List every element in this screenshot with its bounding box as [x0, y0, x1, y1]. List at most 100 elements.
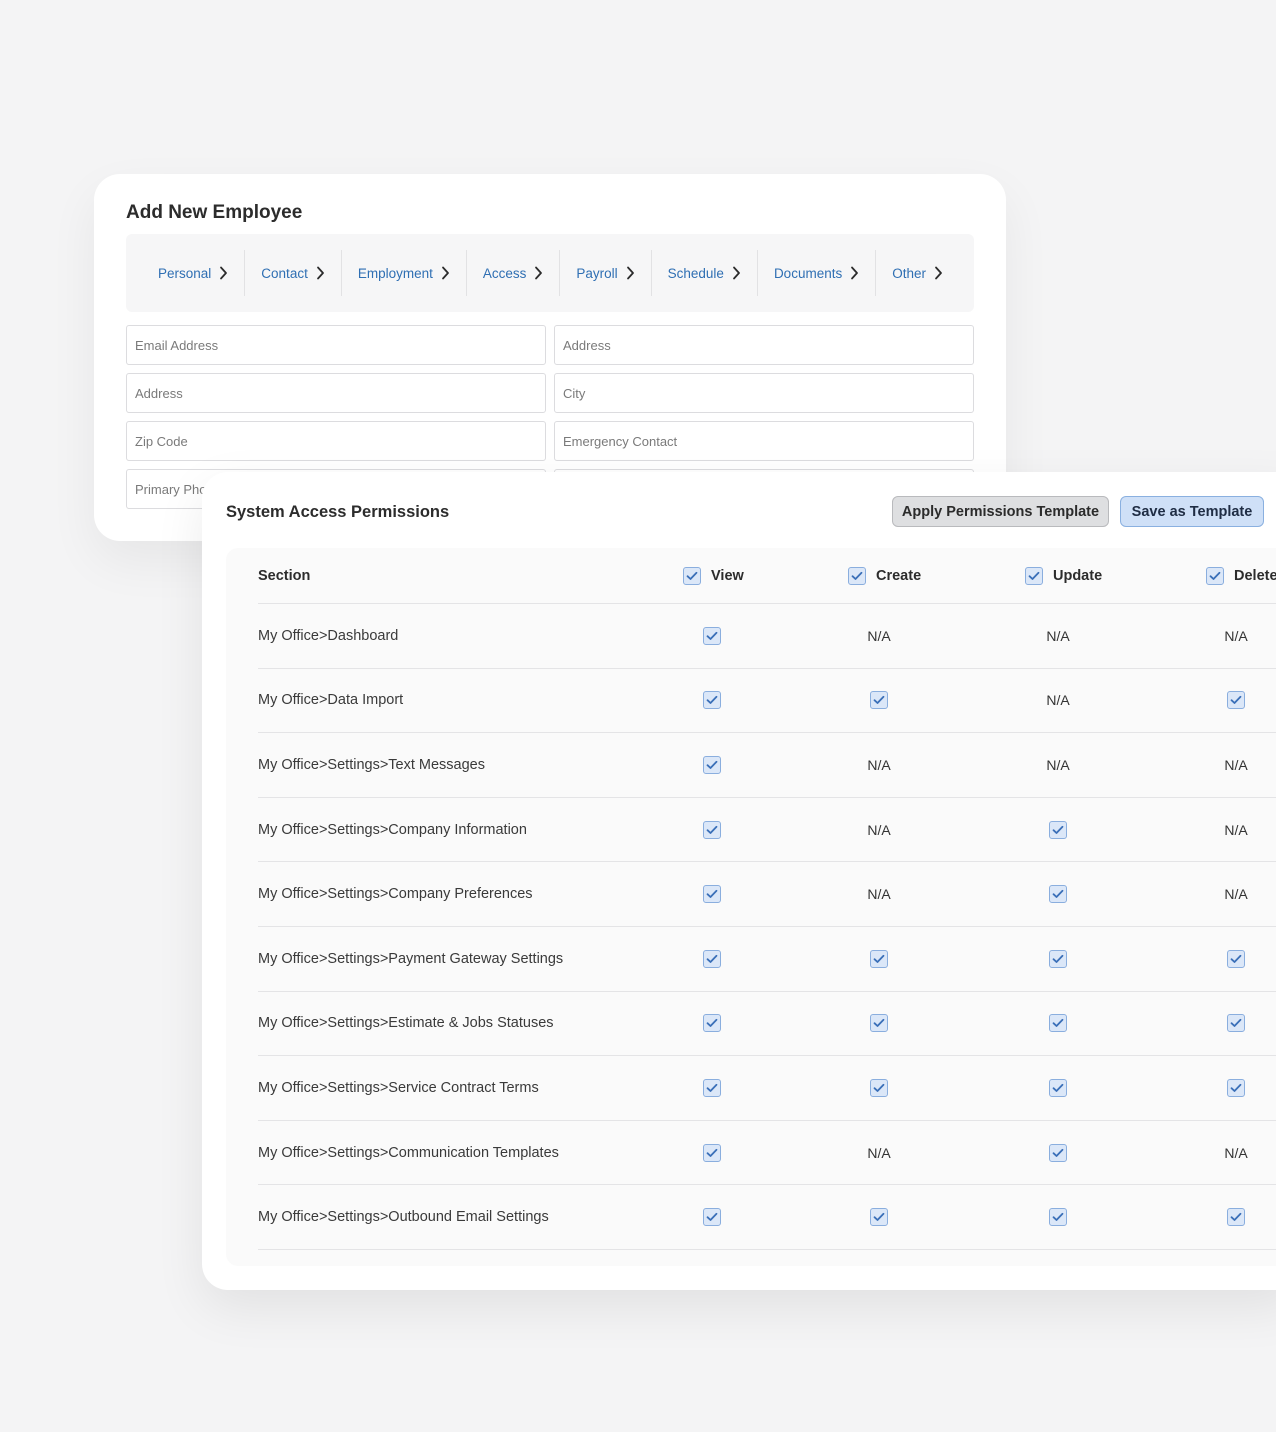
check-icon	[1230, 696, 1242, 705]
chevron-right-icon	[534, 266, 543, 280]
view-cell	[682, 992, 742, 1056]
delete-cell	[1206, 992, 1266, 1056]
check-icon	[706, 631, 718, 640]
step-tab-label: Documents	[773, 265, 843, 281]
view-checkbox[interactable]	[703, 1208, 721, 1227]
section-name: My Office>Settings>Service Contract Term…	[258, 1079, 539, 1096]
create-checkbox[interactable]	[870, 949, 888, 968]
create-na-text: N/A	[867, 627, 891, 644]
check-icon	[1230, 1213, 1242, 1222]
column-header-create: Create	[848, 548, 921, 603]
delete-all-checkbox[interactable]	[1206, 566, 1224, 585]
table-row: My Office>Settings>Service Contract Term…	[258, 1056, 1276, 1121]
page-title: Add New Employee	[126, 202, 303, 223]
update-cell	[1028, 927, 1088, 991]
view-checkbox[interactable]	[703, 755, 721, 774]
update-checkbox[interactable]	[1049, 885, 1067, 904]
column-header-view-label: View	[711, 567, 744, 584]
address-field-right[interactable]	[554, 325, 974, 365]
create-cell	[849, 1185, 909, 1249]
table-row: My Office>Settings>Payment Gateway Setti…	[258, 927, 1276, 992]
emergency-contact-field[interactable]	[554, 421, 974, 461]
view-all-checkbox[interactable]	[683, 566, 701, 585]
apply-template-button[interactable]: Apply Permissions Template	[892, 496, 1109, 527]
view-checkbox[interactable]	[703, 885, 721, 904]
step-tab-contact[interactable]: Contact	[245, 250, 342, 296]
view-checkbox[interactable]	[703, 1078, 721, 1097]
update-cell	[1028, 1185, 1088, 1249]
table-row: My Office>Settings>Company Preferences N/…	[258, 862, 1276, 927]
create-checkbox[interactable]	[870, 1208, 888, 1227]
view-checkbox[interactable]	[703, 1143, 721, 1162]
delete-checkbox[interactable]	[1227, 949, 1245, 968]
create-all-checkbox[interactable]	[848, 566, 866, 585]
update-checkbox[interactable]	[1049, 1143, 1067, 1162]
create-na-text: N/A	[867, 756, 891, 773]
view-checkbox[interactable]	[703, 691, 721, 710]
view-checkbox[interactable]	[703, 820, 721, 839]
check-icon	[706, 954, 718, 963]
step-tab-label: Employment	[357, 265, 433, 281]
delete-cell	[1206, 1056, 1266, 1120]
step-tab-label: Payroll	[576, 265, 618, 281]
check-icon	[873, 1019, 885, 1028]
create-checkbox[interactable]	[870, 1078, 888, 1097]
view-cell	[682, 733, 742, 797]
chevron-right-icon	[316, 266, 325, 280]
create-cell	[849, 927, 909, 991]
update-na-text: N/A	[1046, 756, 1070, 773]
check-icon	[706, 696, 718, 705]
address-field[interactable]	[126, 373, 546, 413]
update-checkbox[interactable]	[1049, 1208, 1067, 1227]
delete-cell	[1206, 1185, 1266, 1249]
step-tab-label: Other	[892, 265, 926, 281]
section-name: My Office>Settings>Company Preferences	[258, 886, 533, 903]
update-all-checkbox[interactable]	[1025, 566, 1043, 585]
view-checkbox[interactable]	[703, 1014, 721, 1033]
create-checkbox[interactable]	[870, 1014, 888, 1033]
column-header-update-label: Update	[1053, 567, 1103, 584]
update-checkbox[interactable]	[1049, 1078, 1067, 1097]
delete-checkbox[interactable]	[1227, 691, 1245, 710]
delete-na-text: N/A	[1224, 886, 1248, 903]
view-checkbox[interactable]	[703, 949, 721, 968]
update-checkbox[interactable]	[1049, 820, 1067, 839]
update-cell	[1028, 992, 1088, 1056]
section-name: My Office>Settings>Company Information	[258, 821, 527, 838]
delete-checkbox[interactable]	[1227, 1014, 1245, 1033]
view-cell	[682, 604, 742, 668]
check-icon	[1028, 571, 1040, 580]
zip-code-field[interactable]	[126, 421, 546, 461]
create-na-text: N/A	[867, 1144, 891, 1161]
save-template-button[interactable]: Save as Template	[1120, 496, 1264, 527]
chevron-right-icon	[626, 266, 635, 280]
update-checkbox[interactable]	[1049, 1014, 1067, 1033]
step-tab-access[interactable]: Access	[467, 250, 561, 296]
check-icon	[706, 825, 718, 834]
column-header-delete: Delete	[1206, 548, 1276, 603]
view-cell	[682, 669, 742, 733]
view-cell	[682, 798, 742, 862]
check-icon	[1052, 1213, 1064, 1222]
delete-checkbox[interactable]	[1227, 1208, 1245, 1227]
table-row: My Office>Settings>Text Messages N/A N/A N/…	[258, 733, 1276, 798]
column-header-delete-label: Delete	[1234, 567, 1276, 584]
step-tab-payroll[interactable]: Payroll	[560, 250, 652, 296]
step-tab-other[interactable]: Other	[876, 250, 959, 296]
step-tab-documents[interactable]: Documents	[758, 250, 877, 296]
check-icon	[1230, 1019, 1242, 1028]
check-icon	[1209, 571, 1221, 580]
city-field[interactable]	[554, 373, 974, 413]
email-field[interactable]	[126, 325, 546, 365]
section-name: My Office>Settings>Text Messages	[258, 756, 486, 773]
step-tab-personal[interactable]: Personal	[142, 250, 246, 296]
step-tab-schedule[interactable]: Schedule	[652, 250, 758, 296]
create-checkbox[interactable]	[870, 691, 888, 710]
chevron-right-icon	[219, 266, 228, 280]
step-tab-employment[interactable]: Employment	[342, 250, 467, 296]
delete-checkbox[interactable]	[1227, 1078, 1245, 1097]
check-icon	[873, 1083, 885, 1092]
view-checkbox[interactable]	[703, 626, 721, 645]
update-checkbox[interactable]	[1049, 949, 1067, 968]
view-cell	[682, 1056, 742, 1120]
